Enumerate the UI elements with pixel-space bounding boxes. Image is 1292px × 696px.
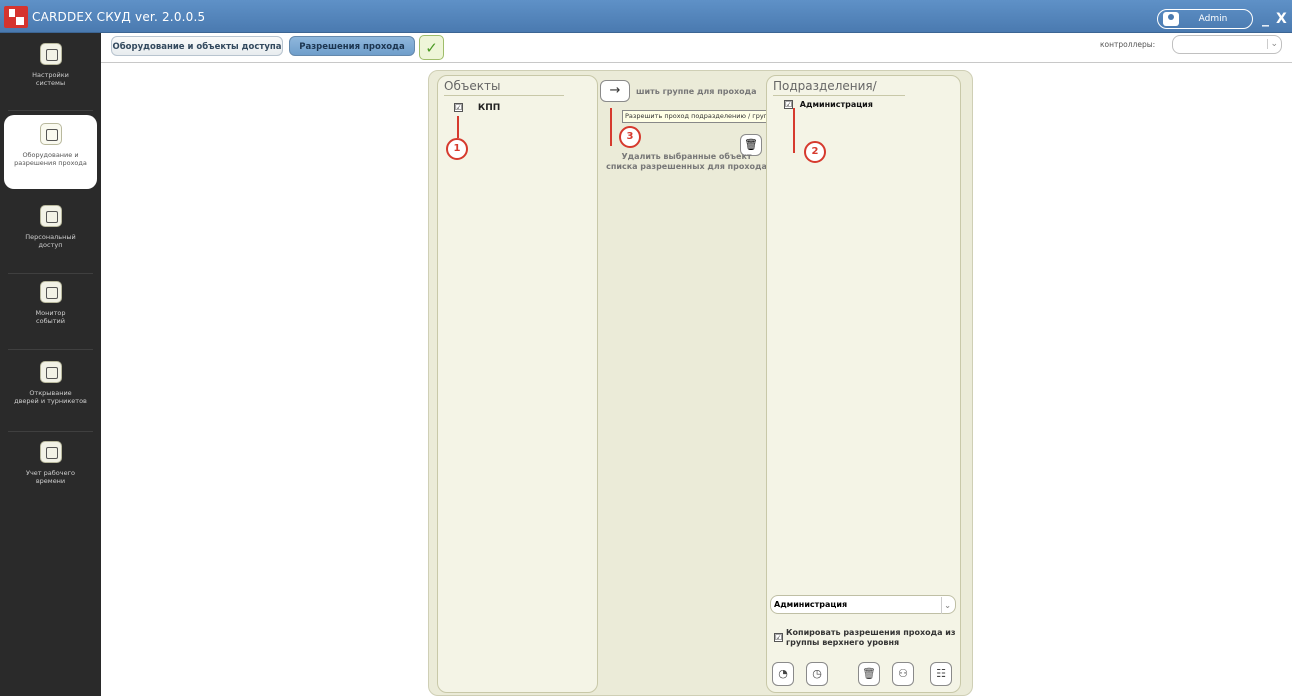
list-item[interactable]: ☑ КПП xyxy=(454,103,500,113)
objects-column: Объекты ☑ КПП xyxy=(437,75,598,693)
divider xyxy=(8,110,93,111)
tab-equipment-objects[interactable]: Оборудование и объекты доступа xyxy=(111,36,283,56)
sidebar-item-label: Настройки системы xyxy=(32,71,69,87)
monitor-icon xyxy=(39,281,62,303)
sidebar-item-worktime[interactable]: Учет рабочего времени xyxy=(4,441,97,511)
group-button[interactable]: ⚇ xyxy=(892,662,914,686)
divider xyxy=(8,273,93,274)
annotation-arrow xyxy=(457,116,459,138)
departments-title: Подразделения/ xyxy=(773,79,877,93)
objects-checkbox[interactable]: ☑ xyxy=(454,103,463,112)
department-label: Администрация xyxy=(799,100,873,109)
sidebar-item-personal-access[interactable]: Персональный доступ xyxy=(4,205,97,275)
annotation-marker: 3 xyxy=(619,126,641,148)
equipment-icon xyxy=(39,123,62,145)
sidebar-item-label: Оборудование и разрешения прохода xyxy=(14,151,87,167)
sidebar-item-label: Учет рабочего времени xyxy=(26,469,75,485)
remove-objects-text: Удалить выбранные объект списка разрешен… xyxy=(606,152,767,171)
list-item[interactable]: ☑ Администрация xyxy=(784,100,873,109)
clock-icon: ◷ xyxy=(812,667,822,680)
clock-calendar-icon: ◔ xyxy=(778,667,788,680)
chevron-down-icon: ⌄ xyxy=(941,597,951,614)
sidebar-item-label: Персональный доступ xyxy=(25,233,76,249)
add-permission-button[interactable]: → xyxy=(600,80,630,102)
sidebar: Настройки системы Оборудование и разреше… xyxy=(0,33,101,696)
delete-button[interactable]: 🗑 xyxy=(858,662,880,686)
sidebar-item-label: Монитор событий xyxy=(35,309,66,325)
objects-title: Объекты xyxy=(444,79,501,93)
copy-permissions-checkbox[interactable]: ☑ xyxy=(774,633,783,642)
department-select[interactable]: Администрация ⌄ xyxy=(770,595,956,614)
department-select-value: Администрация xyxy=(774,600,848,609)
controllers-label: контроллеры: xyxy=(1100,40,1156,49)
annotation-arrow xyxy=(793,108,795,153)
minimize-button[interactable]: _ xyxy=(1262,11,1269,27)
schedule-button[interactable]: ◔ xyxy=(772,662,794,686)
copy-permissions-label: Копировать разрешения прохода из группы … xyxy=(786,628,956,647)
app-title: CARDDEX СКУД ver. 2.0.0.5 xyxy=(32,10,206,24)
sidebar-item-settings[interactable]: Настройки системы xyxy=(4,43,97,113)
apply-button[interactable]: ✓ xyxy=(419,35,444,60)
chevron-down-icon: ⌄ xyxy=(1267,39,1278,49)
worktime-icon xyxy=(39,441,62,463)
controllers-select[interactable]: ⌄ xyxy=(1172,35,1282,54)
trash-icon: 🗑 xyxy=(862,667,876,680)
settings-icon xyxy=(39,43,62,65)
door-icon xyxy=(39,361,62,383)
sidebar-item-doors[interactable]: Открывание дверей и турникетов xyxy=(4,361,97,431)
app-logo-icon xyxy=(4,6,28,28)
sidebar-item-label: Открывание дверей и турникетов xyxy=(14,389,87,405)
trash-icon: 🗑 xyxy=(744,138,758,151)
tab-access-permissions[interactable]: Разрешения прохода xyxy=(289,36,415,56)
sidebar-item-equipment[interactable]: Оборудование и разрешения прохода xyxy=(4,115,97,189)
close-button[interactable]: X xyxy=(1276,11,1287,27)
add-permission-text: шить группе для прохода xyxy=(636,87,757,96)
user-menu[interactable]: Admin xyxy=(1157,9,1253,29)
divider xyxy=(8,349,93,350)
annotation-arrow xyxy=(610,108,612,146)
hierarchy-button[interactable]: ☷ xyxy=(930,662,952,686)
tab-bar: Оборудование и объекты доступа Разрешени… xyxy=(101,33,1292,63)
hierarchy-icon: ☷ xyxy=(936,667,946,680)
title-bar: CARDDEX СКУД ver. 2.0.0.5 Admin _ X xyxy=(0,0,1292,33)
annotation-marker: 1 xyxy=(446,138,468,160)
group-icon: ⚇ xyxy=(898,667,908,680)
object-label: КПП xyxy=(477,103,501,113)
personal-access-icon xyxy=(39,205,62,227)
divider xyxy=(773,95,905,96)
divider xyxy=(8,431,93,432)
department-checkbox[interactable]: ☑ xyxy=(784,100,793,109)
sidebar-item-monitor[interactable]: Монитор событий xyxy=(4,281,97,351)
time-button[interactable]: ◷ xyxy=(806,662,828,686)
copy-permissions-option[interactable]: ☑ Копировать разрешения прохода из групп… xyxy=(774,628,956,648)
annotation-marker: 2 xyxy=(804,141,826,163)
user-name: Admin xyxy=(1198,14,1228,24)
divider xyxy=(444,95,564,96)
